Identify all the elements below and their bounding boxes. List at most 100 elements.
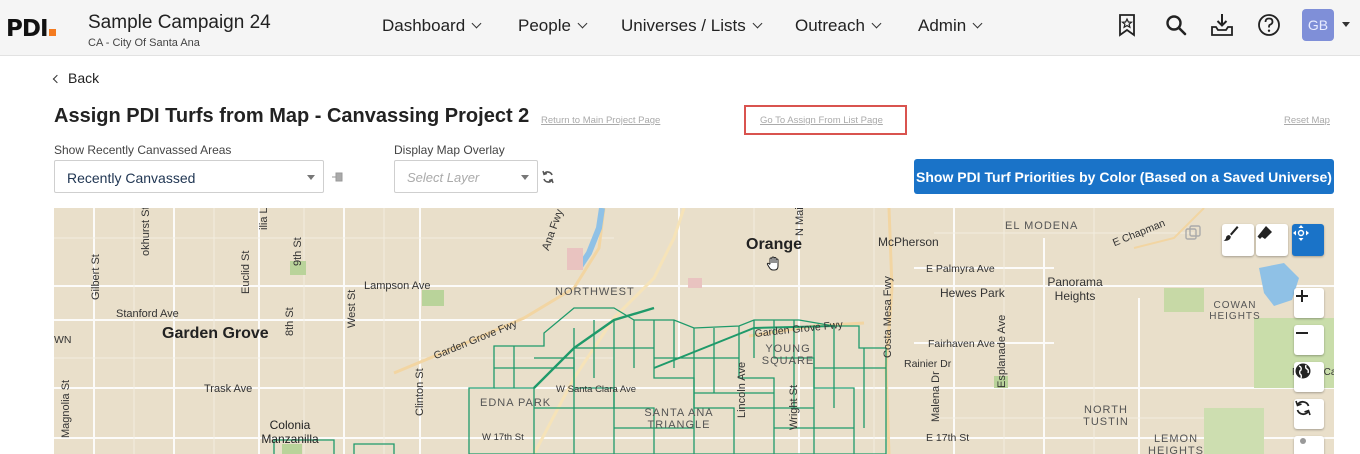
inbox-download-icon[interactable] <box>1209 12 1235 38</box>
user-avatar[interactable]: GB <box>1302 9 1334 41</box>
zoom-out-icon <box>1296 332 1308 334</box>
draw-tool[interactable] <box>1222 224 1254 256</box>
chevron-left-icon <box>52 74 62 84</box>
globe-button[interactable] <box>1294 362 1324 392</box>
reset-map-link[interactable]: Reset Map <box>1284 115 1330 126</box>
canvassed-areas-select[interactable]: Recently Canvassed <box>54 160 324 193</box>
caret-down-icon <box>521 175 529 180</box>
pdi-logo[interactable]: PDI <box>6 16 72 44</box>
zoom-out-button[interactable] <box>1294 325 1324 355</box>
map-label-area: NORTHWEST <box>555 286 635 298</box>
map-overlay-select[interactable]: Select Layer <box>394 160 538 193</box>
canvassed-areas-value: Recently Canvassed <box>67 170 196 186</box>
map-label-street: Esplanade Ave <box>996 314 1008 388</box>
map-label-street: Rainier Dr <box>904 358 952 370</box>
map-label-street: Malena Dr <box>930 371 942 422</box>
pan-move-icon <box>1293 225 1309 241</box>
hand-cursor-icon <box>766 256 779 271</box>
map-label-street: West St <box>346 289 358 328</box>
map-label-area: EL MODENA <box>1005 220 1079 232</box>
map-label-city: Garden Grove <box>162 325 269 342</box>
nav-people[interactable]: People <box>518 16 588 36</box>
nav-universes-label: Universes / Lists <box>621 16 746 35</box>
logo-text: PDI <box>6 16 49 42</box>
map-label-street: Stanford Ave <box>116 308 179 320</box>
canvassed-areas-label: Show Recently Canvassed Areas <box>54 143 232 157</box>
map-label-area: YOUNG SQUARE <box>761 343 815 367</box>
refresh-overlay-icon[interactable] <box>541 170 555 184</box>
map-label-street: Wright St <box>788 384 800 430</box>
turf-priorities-button[interactable]: Show PDI Turf Priorities by Color (Based… <box>914 159 1334 194</box>
back-link[interactable]: Back <box>52 70 100 86</box>
nav-dashboard-label: Dashboard <box>382 16 466 35</box>
map-label-street: Euclid St <box>240 250 252 294</box>
campaign-switcher[interactable]: Sample Campaign 24 CA - City Of Santa An… <box>88 12 271 49</box>
map-label-area: COWAN HEIGHTS <box>1209 300 1261 322</box>
map-label-street: okhurst St <box>140 208 152 256</box>
campaign-subtitle: CA - City Of Santa Ana <box>88 37 200 49</box>
chevron-down-icon <box>471 18 482 29</box>
avatar-initials: GB <box>1307 17 1329 33</box>
copy-layers-tool[interactable] <box>1184 224 1216 256</box>
street-view-icon <box>1300 438 1306 444</box>
refresh-icon <box>1295 400 1311 416</box>
chevron-down-icon <box>752 18 763 29</box>
map-canvas[interactable]: Orange Garden Grove McPherson EL MODENA … <box>54 208 1334 454</box>
campaign-name: Sample Campaign 24 <box>88 12 271 33</box>
nav-admin[interactable]: Admin <box>918 16 983 36</box>
zoom-in-button[interactable] <box>1294 288 1324 318</box>
caret-down-icon <box>307 175 315 180</box>
back-label: Back <box>68 70 100 86</box>
caret-down-icon[interactable] <box>1342 22 1350 27</box>
map-label-street: 8th St <box>284 307 296 336</box>
draw-brush-icon <box>1223 226 1239 241</box>
search-icon[interactable] <box>1163 12 1189 38</box>
map-label-area: EDNA PARK <box>480 397 552 409</box>
assign-from-list-link[interactable]: Go To Assign From List Page <box>760 115 883 126</box>
map-label-street: Trask Ave <box>204 383 253 395</box>
map-label-street: ilia Ln <box>258 208 270 230</box>
map-label-area: LEMON HEIGHTS <box>1148 433 1204 454</box>
map-label-street: Lincoln Ave <box>736 361 748 418</box>
map-label-area: NORTH TUSTIN <box>1083 404 1129 428</box>
nav-universes-lists[interactable]: Universes / Lists <box>621 16 763 36</box>
map-label-city: Orange <box>746 236 803 253</box>
map-label-street: Gilbert St <box>90 254 102 300</box>
chevron-down-icon <box>871 18 882 29</box>
map-label-street: Fairhaven Ave <box>928 338 995 350</box>
map-label-street: N Main St <box>794 208 806 236</box>
nav-admin-label: Admin <box>918 16 967 35</box>
copy-layers-icon <box>1185 225 1201 240</box>
map-label-place: McPherson <box>878 235 939 249</box>
map-label-street: Magnolia St <box>60 379 72 438</box>
street-view-button[interactable] <box>1294 436 1324 454</box>
map-label-street: W 17th St <box>482 432 524 443</box>
chevron-down-icon <box>972 18 983 29</box>
logo-dot <box>48 29 56 36</box>
map-label-street: W Santa Clara Ave <box>556 384 637 395</box>
help-icon[interactable] <box>1256 12 1282 38</box>
bookmark-star-icon[interactable] <box>1114 12 1140 38</box>
map-label-street: 9th St <box>292 237 304 266</box>
map-label-place: Hewes Park <box>940 286 1005 300</box>
zoom-in-icon <box>1296 290 1308 302</box>
refresh-map-button[interactable] <box>1294 399 1324 429</box>
nav-dashboard[interactable]: Dashboard <box>382 16 482 36</box>
map-label-place: Colonia Manzanilla <box>261 418 319 446</box>
map-label-street: E 17th St <box>926 432 970 444</box>
eraser-icon <box>1257 226 1272 239</box>
map-overlay-label: Display Map Overlay <box>394 143 505 157</box>
map-overlay-placeholder: Select Layer <box>407 170 480 185</box>
pin-icon[interactable] <box>331 171 345 183</box>
page-title: Assign PDI Turfs from Map - Canvassing P… <box>54 105 530 127</box>
map-label-street: WN <box>54 334 72 346</box>
pan-tool[interactable] <box>1292 224 1324 256</box>
chevron-down-icon <box>577 18 588 29</box>
erase-tool[interactable] <box>1256 224 1288 256</box>
nav-outreach[interactable]: Outreach <box>795 16 882 36</box>
return-to-project-link[interactable]: Return to Main Project Page <box>541 115 660 126</box>
map-label-place: Panorama Heights <box>1047 275 1103 303</box>
globe-icon <box>1295 363 1311 379</box>
nav-outreach-label: Outreach <box>795 16 865 35</box>
top-navigation-bar: PDI Sample Campaign 24 CA - City Of Sant… <box>0 0 1360 56</box>
